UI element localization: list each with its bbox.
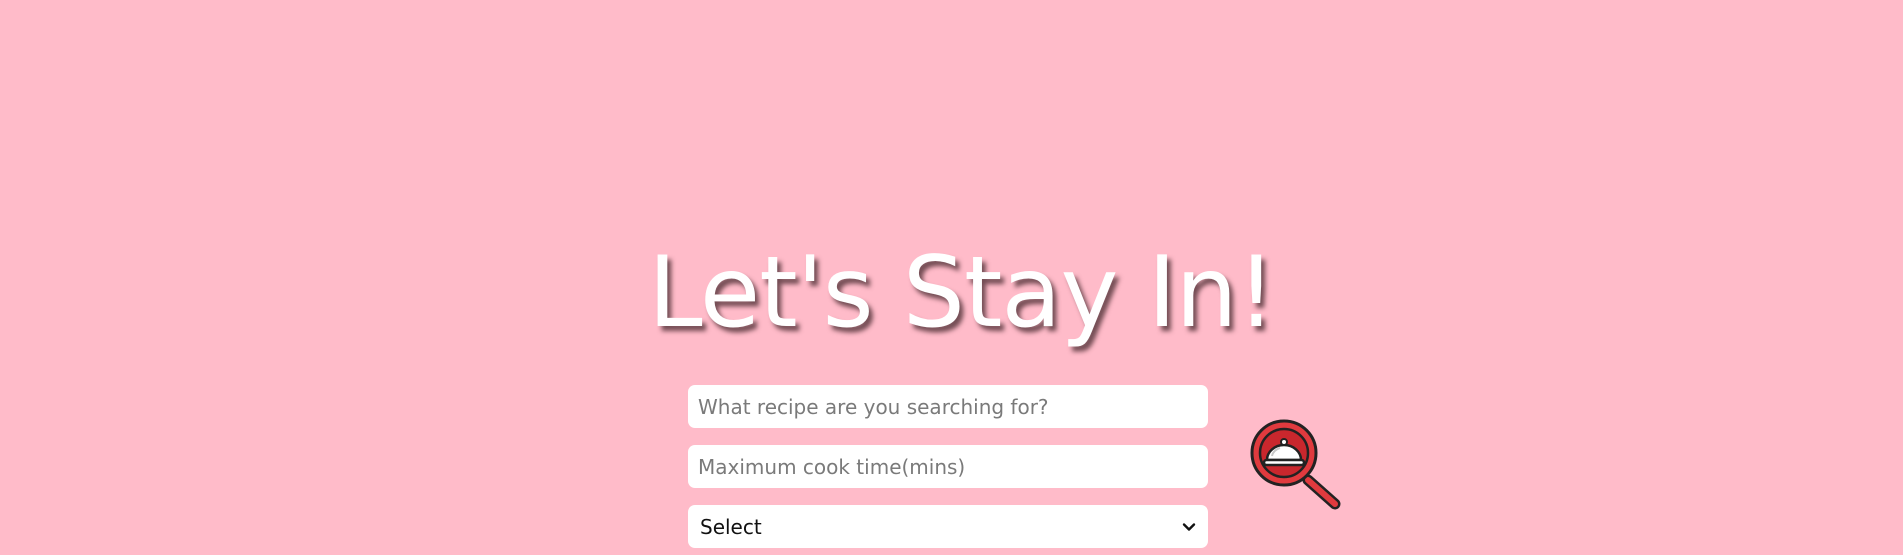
recipe-search-icon [1250, 419, 1341, 510]
category-select[interactable]: Select [688, 505, 1208, 548]
recipe-search-input[interactable] [688, 385, 1208, 428]
chevron-down-icon [1182, 522, 1196, 531]
recipe-search-form: Select [688, 385, 1208, 548]
max-cook-time-input[interactable] [688, 445, 1208, 488]
category-select-value: Select [700, 514, 762, 539]
page-title: Let's Stay In! [648, 236, 1276, 350]
search-button[interactable] [1250, 418, 1342, 510]
